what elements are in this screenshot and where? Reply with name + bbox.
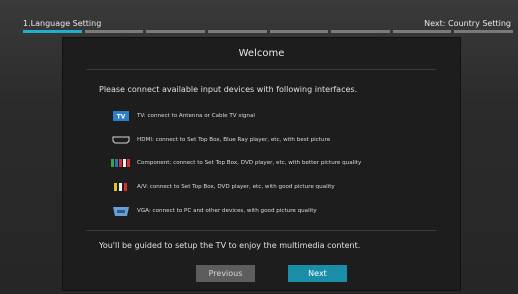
- progress-segment-3: [146, 30, 205, 33]
- interface-item-av: A/V: connect to Set Top Box, DVD player,…: [111, 181, 335, 193]
- interface-label-hdmi: HDMI: connect to Set Top Box, Blue Ray p…: [137, 137, 331, 143]
- component-icon: [111, 158, 131, 168]
- interface-label-av: A/V: connect to Set Top Box, DVD player,…: [137, 184, 335, 190]
- progress-segment-7: [392, 30, 452, 33]
- title-divider: [86, 69, 436, 70]
- interface-label-tv: TV: connect to Antenna or Cable TV signa…: [137, 113, 255, 119]
- footer-text: You'll be guided to setup the TV to enjo…: [99, 241, 361, 250]
- interface-item-tv: TV TV: connect to Antenna or Cable TV si…: [111, 110, 255, 122]
- previous-button[interactable]: Previous: [196, 265, 255, 282]
- interface-item-hdmi: HDMI: connect to Set Top Box, Blue Ray p…: [111, 134, 330, 146]
- progress-segment-8: [454, 30, 513, 33]
- next-step-label: Next: Country Setting: [424, 19, 511, 28]
- current-step-label: 1.Language Setting: [23, 19, 102, 28]
- interface-label-vga: VGA: connect to PC and other devices, wi…: [137, 208, 317, 214]
- intro-text: Please connect available input devices w…: [99, 85, 358, 94]
- interface-item-component: Component: connect to Set Top Box, DVD p…: [111, 157, 361, 169]
- setup-progress-bar: [23, 30, 513, 33]
- vga-icon: [111, 206, 131, 216]
- setup-header: 1.Language Setting Next: Country Setting: [0, 0, 518, 36]
- progress-segment-1: [23, 30, 82, 33]
- welcome-dialog: Welcome Please connect available input d…: [62, 37, 461, 291]
- svg-text:TV: TV: [117, 114, 126, 121]
- progress-segment-5: [269, 30, 329, 33]
- interface-item-vga: VGA: connect to PC and other devices, wi…: [111, 205, 317, 217]
- interface-label-component: Component: connect to Set Top Box, DVD p…: [137, 160, 362, 166]
- footer-divider: [86, 230, 436, 231]
- progress-segment-2: [84, 30, 144, 33]
- dialog-title: Welcome: [238, 48, 285, 59]
- tv-icon: TV: [111, 111, 131, 121]
- av-icon: [111, 182, 131, 192]
- next-button[interactable]: Next: [288, 265, 347, 282]
- progress-segment-4: [207, 30, 267, 33]
- progress-segment-6: [331, 30, 390, 33]
- hdmi-icon: [111, 135, 131, 145]
